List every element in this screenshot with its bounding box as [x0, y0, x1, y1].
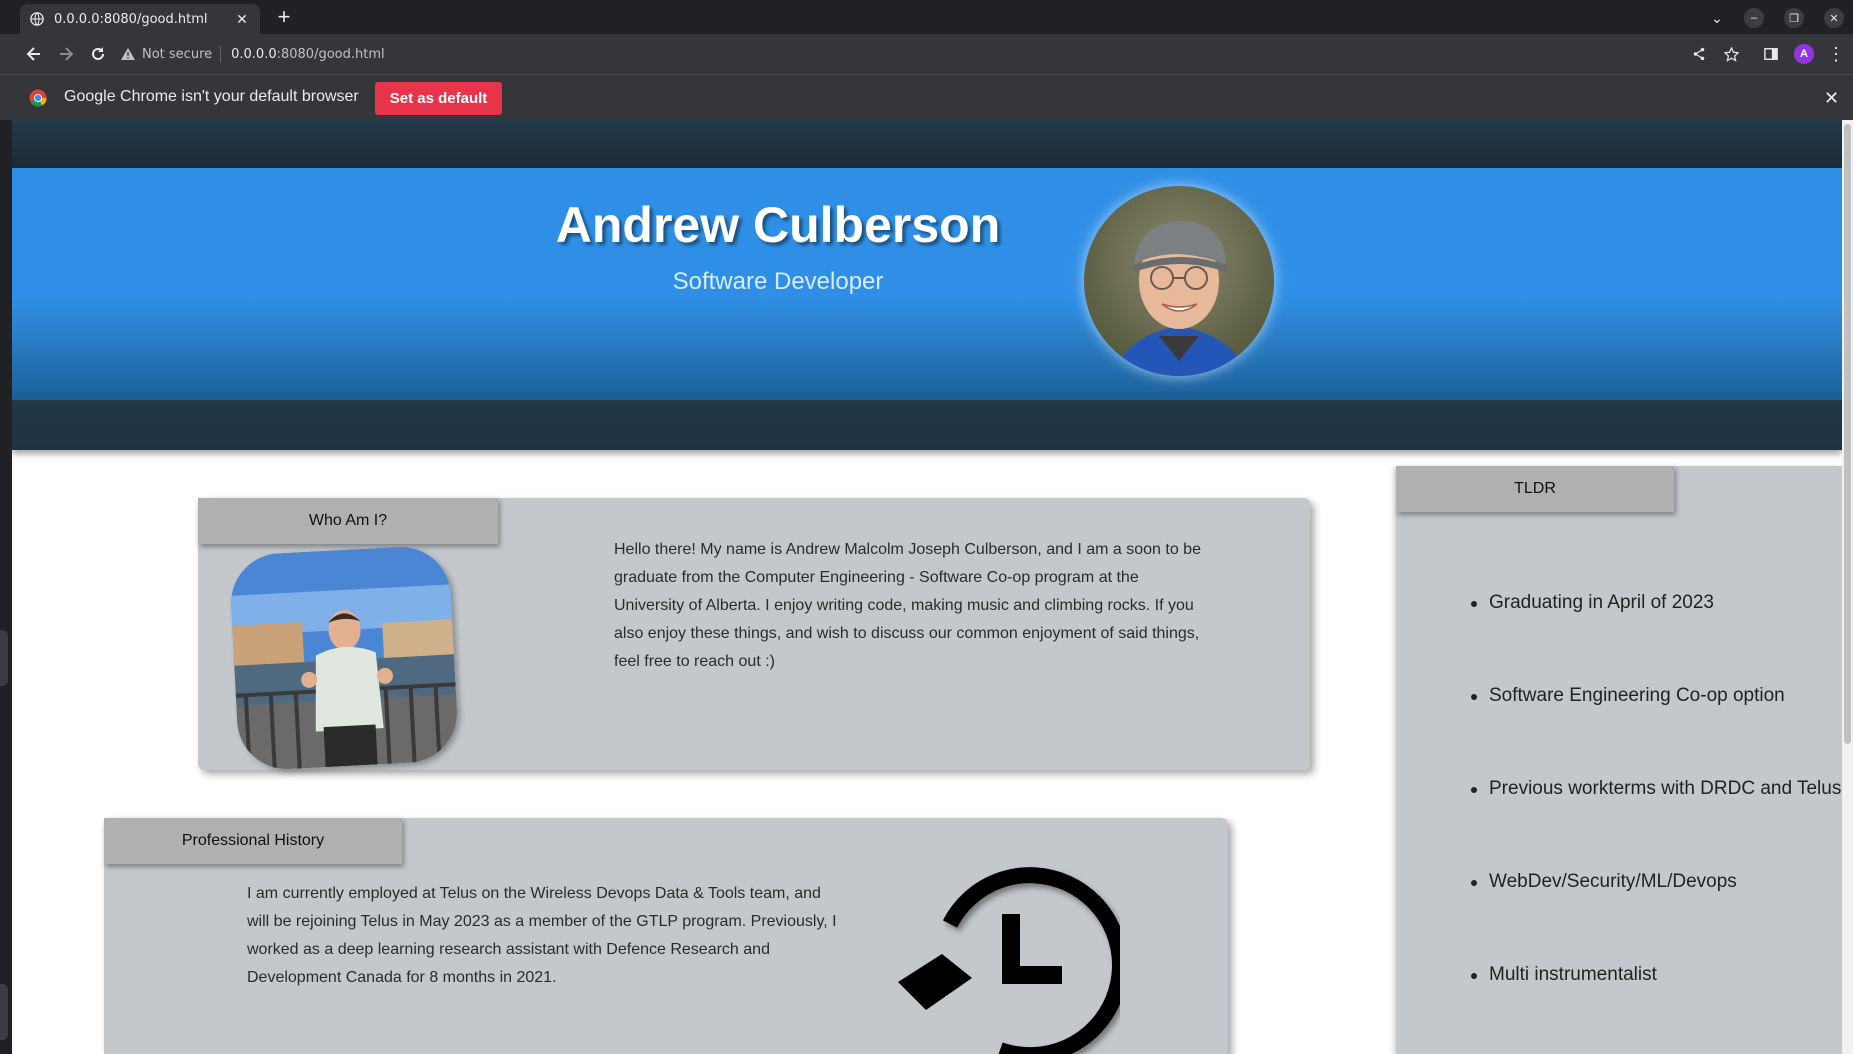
who-am-i-title: Who Am I?: [198, 498, 498, 544]
header-band-bottom: [12, 400, 1842, 450]
close-window-button[interactable]: ✕: [1824, 8, 1844, 28]
tldr-item: Multi instrumentalist: [1470, 964, 1841, 1054]
back-icon[interactable]: [22, 42, 46, 66]
professional-history-card: Professional History I am currently empl…: [104, 818, 1228, 1054]
url-host: 0.0.0.0: [231, 46, 277, 62]
not-secure-label[interactable]: Not secure: [142, 47, 212, 62]
profile-portrait: [1084, 186, 1274, 376]
page-viewport: Andrew Culberson Software Developer Who …: [12, 120, 1842, 1054]
restore-button[interactable]: ❐: [1784, 8, 1804, 28]
address-bar[interactable]: Not secure 0.0.0.0:8080/good.html: [120, 39, 1680, 69]
omnibox-separator: [220, 46, 222, 62]
tldr-item: Graduating in April of 2023: [1470, 592, 1841, 685]
tldr-item: Software Engineering Co-op option: [1470, 685, 1841, 778]
side-panel-icon[interactable]: [1759, 42, 1783, 66]
professional-history-text: I am currently employed at Telus on the …: [247, 885, 837, 986]
forward-icon[interactable]: [54, 42, 78, 66]
edge-handle: [0, 984, 8, 1040]
tab-title: 0.0.0.0:8080/good.html: [54, 11, 208, 27]
tldr-list: Graduating in April of 2023 Software Eng…: [1470, 592, 1841, 1054]
who-am-i-card: Who Am I? Hello there! My name is Andrew…: [198, 498, 1310, 772]
default-browser-infobar: Google Chrome isn't your default browser…: [0, 74, 1853, 120]
tab-search-icon[interactable]: ⌄: [1707, 8, 1727, 28]
bookmark-star-icon[interactable]: [1719, 42, 1743, 66]
infobar-message: Google Chrome isn't your default browser: [64, 88, 359, 105]
warning-icon: [121, 48, 135, 60]
history-clock-icon: [898, 867, 1120, 1054]
reload-icon[interactable]: [86, 42, 110, 66]
tldr-panel: TLDR Graduating in April of 2023 Softwar…: [1396, 466, 1842, 1054]
minimize-button[interactable]: –: [1744, 8, 1764, 28]
scrollbar-thumb[interactable]: [1844, 124, 1851, 744]
profile-avatar[interactable]: A: [1792, 42, 1816, 66]
new-tab-button[interactable]: +: [272, 6, 296, 30]
professional-history-title: Professional History: [104, 818, 402, 864]
tldr-item: Previous workterms with DRDC and Telus: [1470, 778, 1841, 871]
tab-close-icon[interactable]: ✕: [234, 11, 250, 27]
about-photo: [228, 544, 460, 772]
who-am-i-text: Hello there! My name is Andrew Malcolm J…: [614, 541, 1201, 670]
tldr-title: TLDR: [1396, 466, 1674, 512]
hero-name: Andrew Culberson: [555, 197, 1001, 253]
share-icon[interactable]: [1687, 42, 1711, 66]
header-band-top: [12, 120, 1842, 168]
set-as-default-button[interactable]: Set as default: [375, 82, 502, 115]
edge-handle: [0, 630, 8, 686]
left-window-edge: [0, 120, 12, 1054]
hero-role: Software Developer: [672, 268, 884, 295]
tab-strip: 0.0.0.0:8080/good.html ✕ + ⌄ – ❐ ✕: [0, 0, 1853, 34]
chrome-logo-icon: [29, 89, 47, 107]
infobar-close-icon[interactable]: ✕: [1824, 88, 1839, 109]
browser-toolbar: Not secure 0.0.0.0:8080/good.html A ⋮: [0, 34, 1853, 74]
page-scrollbar[interactable]: [1842, 120, 1853, 1054]
profile-initial: A: [1794, 44, 1814, 64]
url-path: :8080/good.html: [276, 46, 385, 62]
tldr-item: WebDev/Security/ML/Devops: [1470, 871, 1841, 964]
globe-icon: [30, 12, 44, 26]
menu-kebab-icon[interactable]: ⋮: [1824, 42, 1848, 66]
tab-active[interactable]: 0.0.0.0:8080/good.html ✕: [20, 4, 260, 34]
